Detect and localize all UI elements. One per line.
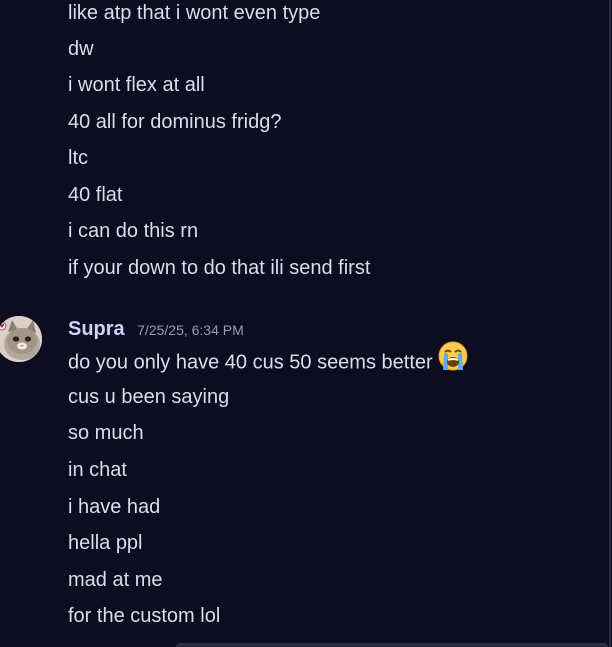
message-line: if your down to do that ili send first bbox=[68, 257, 371, 279]
svg-text:♥: ♥ bbox=[0, 323, 5, 330]
message-line: i can do this rn bbox=[68, 220, 199, 242]
message-line: so much bbox=[68, 422, 144, 444]
message-line: in chat bbox=[68, 459, 127, 481]
message-line: do you only have 40 cus 50 seems better bbox=[68, 341, 469, 378]
message-line: i wont flex at all bbox=[68, 74, 205, 96]
message-timestamp[interactable]: 7/25/25, 6:34 PM bbox=[137, 322, 244, 338]
horizontal-scrollbar[interactable] bbox=[176, 643, 608, 647]
message-line: hella ppl bbox=[68, 532, 143, 554]
chat-window: like atp that i wont even type dw i wont… bbox=[0, 0, 612, 647]
loudly-crying-face-icon[interactable] bbox=[437, 340, 469, 382]
message-line: dw bbox=[68, 38, 94, 60]
message-line: 40 flat bbox=[68, 184, 123, 206]
message-line: 40 all for dominus fridg? bbox=[68, 111, 282, 133]
message-line: cus u been saying bbox=[68, 386, 230, 408]
author-name[interactable]: Supra bbox=[68, 318, 125, 340]
message-line: mad at me bbox=[68, 569, 163, 591]
cat-avatar-icon: ♥ ♥ bbox=[0, 316, 42, 362]
message-text: do you only have 40 cus 50 seems better bbox=[68, 351, 433, 374]
message-line: ltc bbox=[68, 147, 88, 169]
message-line: for the custom lol bbox=[68, 605, 221, 627]
message-header: Supra 7/25/25, 6:34 PM bbox=[68, 314, 244, 344]
pane-divider bbox=[609, 0, 611, 647]
message-line: like atp that i wont even type bbox=[68, 2, 321, 24]
svg-text:♥: ♥ bbox=[34, 318, 41, 327]
message-line: i have had bbox=[68, 496, 161, 518]
avatar[interactable]: ♥ ♥ bbox=[0, 316, 42, 362]
